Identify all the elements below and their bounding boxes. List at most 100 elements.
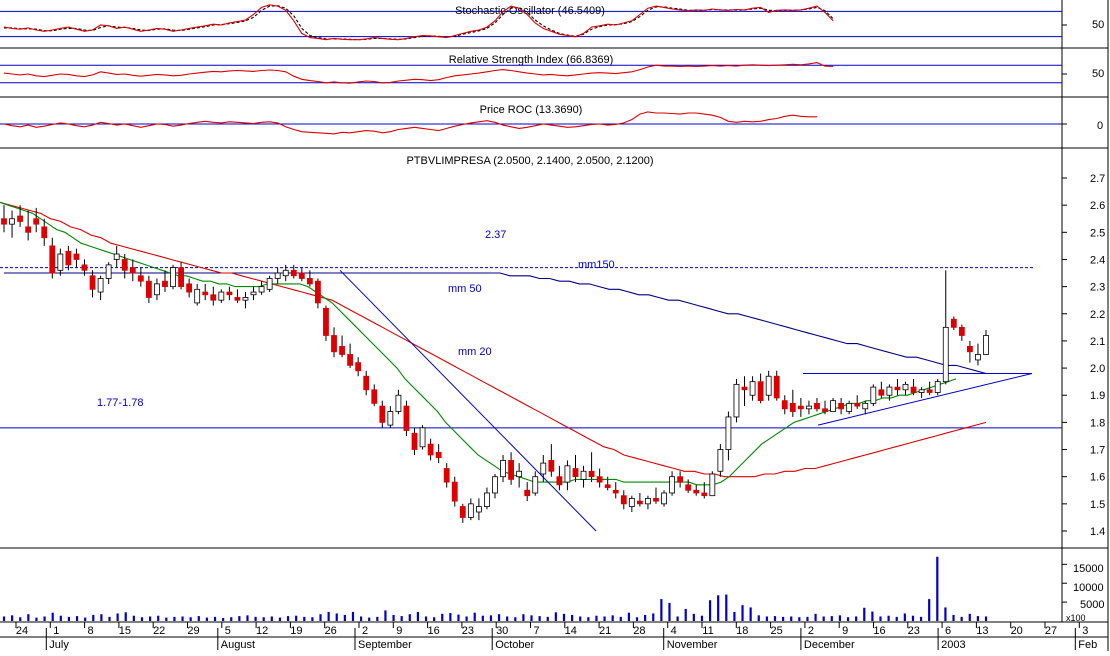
volume-tick-15000: 15000 (1073, 563, 1104, 575)
x-day-label: 16 (427, 625, 439, 637)
candle-body (387, 411, 394, 426)
candle-body (653, 498, 659, 502)
x-month-label: August (221, 639, 255, 651)
x-day-label: 2 (362, 625, 368, 637)
volume-tick-5000: 5000 (1080, 599, 1104, 611)
candle-body (347, 354, 354, 366)
volume-tick-10000: 10000 (1073, 582, 1104, 594)
candle-body (403, 405, 410, 431)
candle-body (266, 278, 273, 290)
candle-body (194, 288, 201, 304)
price-tick-label: 1.5 (1090, 499, 1105, 511)
candle-body (846, 402, 853, 412)
candle-body (564, 465, 571, 483)
candle-body (862, 402, 869, 410)
candle-body (757, 381, 764, 402)
candle-body (41, 226, 48, 239)
roc-title: Price ROC (13.3690) (480, 104, 583, 116)
price-tick-label: 2.1 (1090, 336, 1105, 348)
candle-body (701, 492, 708, 497)
candle-body (443, 468, 450, 483)
price-tick-label: 1.7 (1090, 445, 1105, 457)
candle-body (467, 503, 474, 518)
candle-body (355, 362, 362, 372)
candle-body (822, 408, 828, 412)
candle-body (451, 481, 458, 502)
candle-body (234, 297, 241, 301)
x-day-label: 6 (945, 625, 951, 637)
candle-body (145, 280, 152, 298)
x-day-label: 13 (976, 625, 988, 637)
candle-body (250, 291, 257, 296)
x-day-label: 23 (908, 625, 920, 637)
candle-body (628, 498, 635, 507)
price-title: PTBVLIMPRESA (2.0500, 2.1400, 2.0500, 2.… (406, 155, 653, 167)
annotation-mm20: mm 20 (458, 346, 492, 358)
candle-body (765, 375, 772, 396)
candle-body (661, 492, 667, 505)
x-month-label: October (495, 639, 534, 651)
candle-body (9, 218, 15, 225)
candle-body (685, 484, 692, 491)
x-day-label: 7 (533, 625, 539, 637)
price-tick-label: 1.8 (1090, 417, 1105, 429)
annotation-mm50: mm 50 (448, 283, 482, 295)
candle-body (500, 459, 506, 478)
x-day-label: 2 (808, 625, 814, 637)
candle-body (49, 245, 56, 274)
candle-body (958, 326, 965, 336)
x-day-label: 26 (325, 625, 337, 637)
candle-body (331, 335, 337, 353)
candle-body (636, 500, 643, 505)
candle-body (33, 218, 40, 225)
price-tick-label: 2.5 (1090, 227, 1105, 239)
x-day-label: 24 (16, 625, 28, 637)
candle-body (105, 264, 112, 279)
candle-body (540, 462, 547, 475)
x-day-label: 4 (671, 625, 677, 637)
candle-body (226, 291, 233, 296)
candle-body (435, 451, 442, 459)
candle-body (854, 402, 861, 407)
candle-body (749, 381, 756, 396)
candle-body (210, 294, 217, 301)
x-day-label: 1 (53, 625, 59, 637)
candle-body (709, 473, 716, 497)
candle-body (886, 386, 893, 396)
candle-body (258, 286, 265, 293)
candle-body (789, 402, 796, 412)
candle-body (725, 416, 732, 450)
candle-body (902, 383, 909, 391)
candle-body (218, 291, 225, 301)
price-tick-label: 2.6 (1090, 200, 1105, 212)
price-tick-label: 2.0 (1090, 363, 1105, 375)
candle-body (484, 492, 490, 507)
candle-body (781, 400, 788, 410)
annotation-mm150: mm150 (578, 259, 615, 271)
candle-body (967, 345, 973, 353)
x-day-label: 16 (873, 625, 885, 637)
chart-canvas: Stochastic Oscillator (46.5409) Relative… (0, 0, 1110, 651)
candle-body (983, 335, 989, 355)
candle-body (25, 226, 32, 233)
candle-body (677, 476, 684, 483)
x-day-label: 22 (153, 625, 165, 637)
x-day-label: 30 (496, 625, 508, 637)
candle-body (934, 381, 941, 393)
candle-body (492, 476, 498, 494)
x-day-label: 19 (290, 625, 302, 637)
candle-body (395, 394, 402, 412)
candle-body (186, 283, 193, 293)
candle-body (532, 476, 539, 494)
candle-body (459, 506, 466, 518)
candle-body (975, 354, 981, 361)
candle-body (274, 272, 281, 279)
x-day-label: 20 (1011, 625, 1023, 637)
candle-body (57, 253, 64, 271)
candle-body (516, 470, 523, 478)
candle-body (604, 484, 611, 488)
candle-body (524, 489, 531, 497)
annotation-2-37: 2.37 (485, 229, 506, 241)
candle-body (572, 468, 579, 478)
x-month-label: September (358, 639, 412, 651)
